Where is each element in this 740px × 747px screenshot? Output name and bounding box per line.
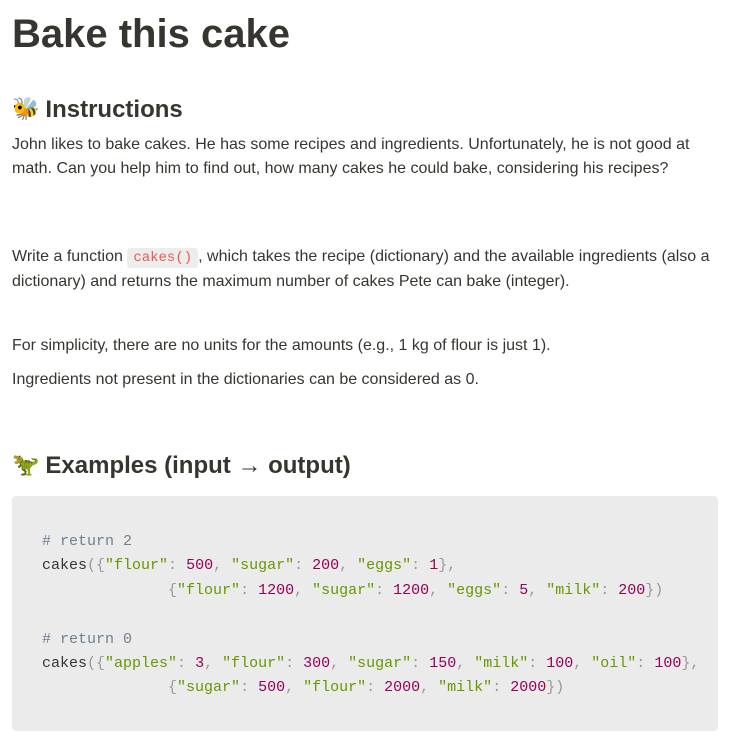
instructions-paragraph-2: Write a function cakes(), which takes th… [12,245,718,294]
code-token: { [168,679,178,697]
code-token: "sugar" [348,654,412,672]
code-token: , [528,581,547,599]
code-token: 300 [303,654,331,672]
code-token: 2000 [510,679,547,697]
code-token: "flour" [105,557,169,575]
code-token: "flour" [177,581,241,599]
code-token: 5 [519,581,529,599]
code-token: : [177,654,196,672]
code-token: 100 [654,654,682,672]
code-line: {"flour": 1200, "sugar": 1200, "eggs": 5… [42,579,688,603]
code-token: , [285,679,304,697]
code-token: : [528,654,547,672]
code-token: : [411,557,430,575]
code-token: ({ [87,557,106,575]
code-token: "sugar" [177,679,241,697]
code-token: : [375,581,394,599]
code-token: : [285,654,304,672]
inline-code-cakes: cakes() [127,248,199,268]
code-token: : [600,581,619,599]
code-token: "oil" [591,654,637,672]
code-token: : [366,679,385,697]
code-line: {"sugar": 500, "flour": 2000, "milk": 20… [42,676,688,700]
code-token: }, [681,654,700,672]
code-token: , [213,557,232,575]
code-token: , [420,679,439,697]
code-token: }) [546,679,565,697]
examples-heading: 🦖 Examples (input → output) [12,451,351,481]
code-token: , [456,654,475,672]
code-token: "eggs" [447,581,502,599]
code-token: "milk" [474,654,529,672]
code-token: "sugar" [231,557,295,575]
examples-heading-text: Examples (input → output) [45,452,351,479]
code-token: , [204,654,223,672]
code-token: cakes [42,654,88,672]
code-line: # return 2 [42,530,688,554]
code-token: , [294,581,313,599]
code-line: # return 0 [42,628,688,652]
code-token: "milk" [438,679,493,697]
code-token: "apples" [105,654,178,672]
code-token: , [573,654,592,672]
code-token: : [240,581,259,599]
code-token: }, [438,557,457,575]
code-token: 1200 [258,581,295,599]
code-token: , [339,557,358,575]
instructions-heading-text: Instructions [45,96,183,123]
instructions-paragraph-3: For simplicity, there are no units for t… [12,337,551,354]
instructions-paragraph-4: Ingredients not present in the dictionar… [12,371,479,388]
code-token: 1 [429,557,439,575]
code-token: cakes [42,557,88,575]
code-token: , [330,654,349,672]
code-token: 500 [258,679,286,697]
code-token: ({ [87,654,106,672]
code-line: cakes({"flour": 500, "sugar": 200, "eggs… [42,554,688,578]
instructions-paragraph-1: John likes to bake cakes. He has some re… [12,136,690,177]
code-token: "sugar" [312,581,376,599]
code-token: 1200 [393,581,430,599]
code-token: "flour" [222,654,286,672]
code-token: , [429,581,448,599]
instructions-heading: 🐝 Instructions [12,95,183,125]
code-token: 100 [546,654,574,672]
code-token: "eggs" [357,557,412,575]
code-token: 200 [618,581,646,599]
code-line: cakes({"apples": 3, "flour": 300, "sugar… [42,652,699,676]
page-title: Bake this cake [12,12,290,56]
code-token: 200 [312,557,340,575]
p2-text-before: Write a function [12,248,128,265]
code-token: : [294,557,313,575]
code-token: 2000 [384,679,421,697]
code-token: 3 [195,654,205,672]
dinosaur-icon: 🦖 [12,453,40,478]
code-token: : [240,679,259,697]
code-token: "flour" [303,679,367,697]
code-token: # return 2 [42,533,133,550]
code-token: "milk" [546,581,601,599]
code-token: }) [645,581,664,599]
code-token: # return 0 [42,630,133,648]
bee-icon: 🐝 [12,97,40,122]
code-token: : [636,654,655,672]
code-token: : [501,581,520,599]
code-token: : [411,654,430,672]
code-token: 500 [186,557,214,575]
code-token: { [168,581,178,599]
code-token: : [168,557,187,575]
code-token: 150 [429,654,457,672]
code-block[interactable]: # return 2 cakes({"flour": 500, "sugar": … [12,496,718,731]
code-token: : [492,679,511,697]
